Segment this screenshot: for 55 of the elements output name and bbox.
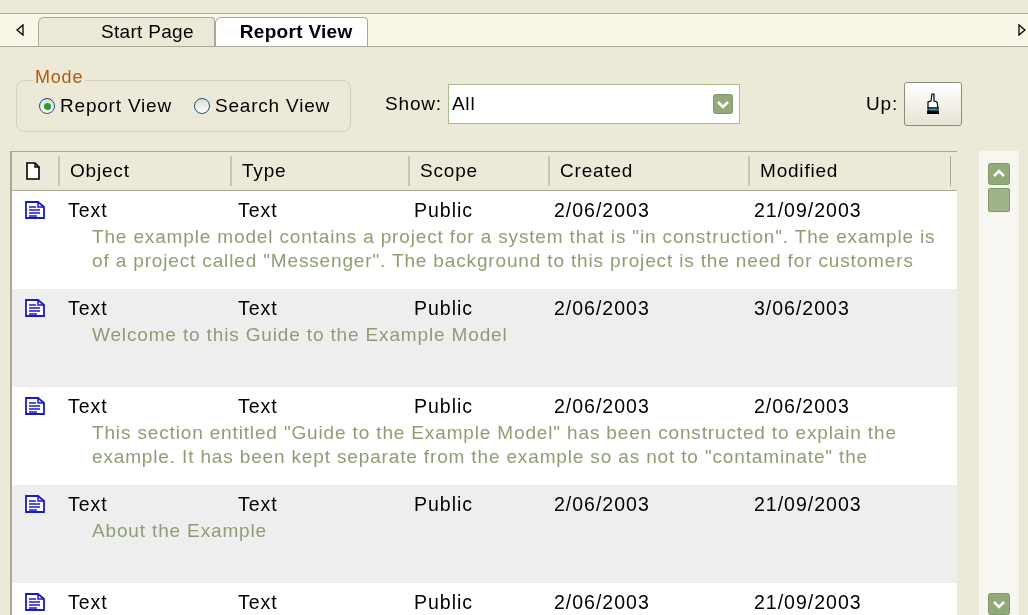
column-header[interactable]: Object	[60, 156, 232, 186]
radio-option[interactable]: Report View	[39, 95, 172, 117]
description-text: The example model contains a project for a system that is "in construction". The example is of a project called "Messenger". The background to this project is the need for customers	[92, 225, 936, 273]
tab[interactable]: Report View	[214, 17, 368, 46]
description-text: Welcome to this Guide to the Example Model	[92, 323, 508, 347]
table-cell-text: Public	[414, 394, 475, 418]
table-cell-text: Text	[68, 590, 109, 614]
column-header[interactable]: Modified	[750, 156, 951, 186]
column-header[interactable]: Scope	[410, 156, 550, 186]
column-header[interactable]: Created	[550, 156, 750, 186]
table-cell-text: 2/06/2003	[554, 198, 651, 222]
table-cell-text: Text	[238, 590, 279, 614]
scroll-left-icon[interactable]	[16, 24, 24, 36]
text-document-icon	[25, 495, 45, 513]
description-text: This section entitled "Guide to the Example Model" has been constructed to explain the example. It has been kept separate from the example so as not to "contaminate" the	[92, 421, 897, 469]
text-document-icon	[25, 299, 45, 317]
description-text: About the Example	[92, 519, 267, 543]
table-cell-text: Text	[68, 198, 109, 222]
text-document-icon	[25, 593, 45, 611]
table-cell-text: 2/06/2003	[554, 394, 651, 418]
table-cell: 21/09/2003	[754, 198, 862, 222]
table-cell-text: 2/06/2003	[554, 590, 651, 614]
show-dropdown[interactable]: All	[447, 84, 740, 124]
radio-icon[interactable]	[39, 98, 55, 114]
table-cell-text: Public	[414, 492, 475, 516]
table-cell-text: Text	[68, 296, 109, 320]
text-document-icon	[25, 397, 45, 415]
table-cell-text: Text	[68, 492, 109, 516]
column-header[interactable]: Type	[232, 156, 410, 186]
scroll-thumb[interactable]	[988, 188, 1010, 212]
table-cell-text: Text	[238, 296, 279, 320]
document-icon	[26, 162, 40, 180]
table-cell-text: Public	[414, 296, 475, 320]
table-cell-text: Public	[414, 198, 475, 222]
table-cell-text: Text	[238, 492, 279, 516]
table-cell: 21/09/2003	[754, 590, 862, 614]
table-cell-text: 2/06/2003	[554, 492, 651, 516]
up-button[interactable]	[904, 82, 962, 126]
radio-option[interactable]: Search View	[193, 95, 331, 117]
table-cell: 21/09/2003	[754, 492, 862, 516]
table-cell-text: 2/06/2003	[554, 296, 651, 320]
scroll-down-icon[interactable]	[988, 593, 1010, 615]
scroll-right-icon[interactable]	[1018, 24, 1026, 36]
tab[interactable]: Start Page	[38, 17, 215, 46]
radio-icon[interactable]	[193, 98, 210, 114]
table-cell-text: Text	[238, 394, 279, 418]
table-cell: 2/06/2003	[754, 394, 850, 418]
up-label: Up:	[866, 93, 898, 115]
scroll-up-icon[interactable]	[988, 163, 1010, 185]
table-cell-text: Public	[414, 590, 475, 614]
table-cell: 3/06/2003	[754, 296, 850, 320]
table-cell-text: Text	[238, 198, 279, 222]
text-document-icon	[25, 201, 45, 219]
table-cell-text: Text	[68, 394, 109, 418]
show-label: Show:	[385, 93, 442, 115]
